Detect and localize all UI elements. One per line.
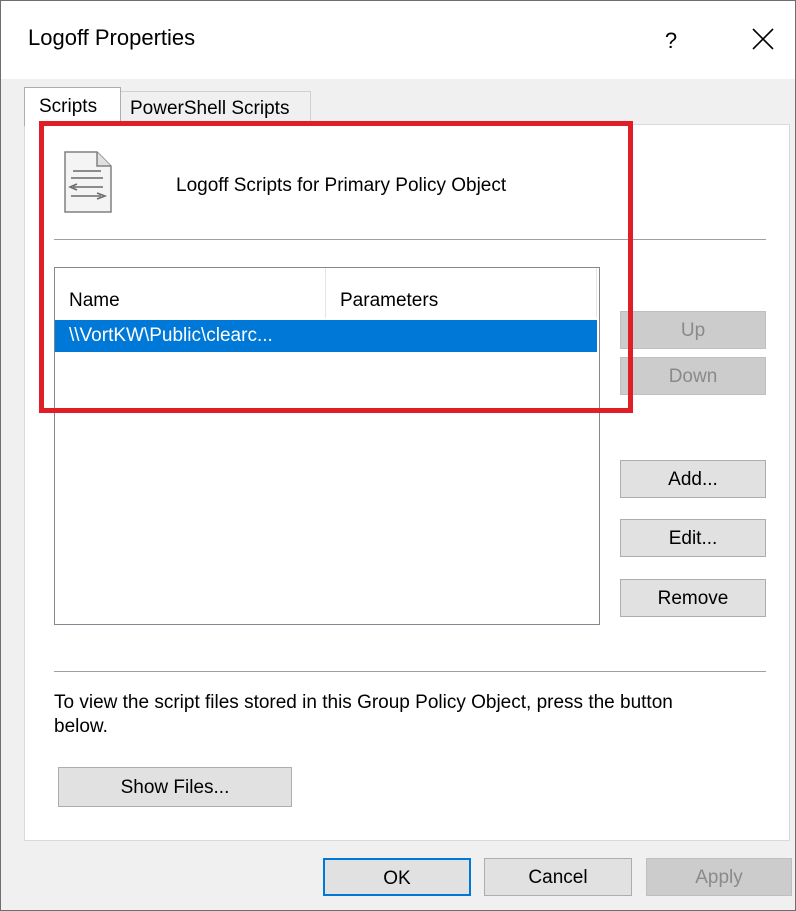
logoff-properties-dialog: Logoff Properties ? Scripts PowerShell S… xyxy=(0,0,796,911)
add-button[interactable]: Add... xyxy=(620,460,766,498)
cancel-button[interactable]: Cancel xyxy=(484,858,632,896)
show-files-button[interactable]: Show Files... xyxy=(58,767,292,807)
close-icon xyxy=(752,28,774,50)
tab-scripts-label: Scripts xyxy=(39,96,98,117)
bottom-separator xyxy=(54,671,766,672)
help-button[interactable]: ? xyxy=(651,21,691,61)
info-text: To view the script files stored in this … xyxy=(54,692,673,737)
ok-button[interactable]: OK xyxy=(323,858,471,896)
dialog-title: Logoff Properties xyxy=(28,25,196,50)
tab-powershell-scripts[interactable]: PowerShell Scripts xyxy=(119,91,311,124)
apply-button[interactable]: Apply xyxy=(646,858,792,896)
remove-button[interactable]: Remove xyxy=(620,579,766,617)
title-bar: Logoff Properties ? xyxy=(1,1,795,79)
tab-powershell-scripts-label: PowerShell Scripts xyxy=(130,98,290,119)
up-button[interactable]: Up xyxy=(620,311,766,349)
down-button[interactable]: Down xyxy=(620,357,766,395)
edit-button[interactable]: Edit... xyxy=(620,519,766,557)
close-button[interactable] xyxy=(741,19,785,63)
highlight-box xyxy=(39,121,633,413)
